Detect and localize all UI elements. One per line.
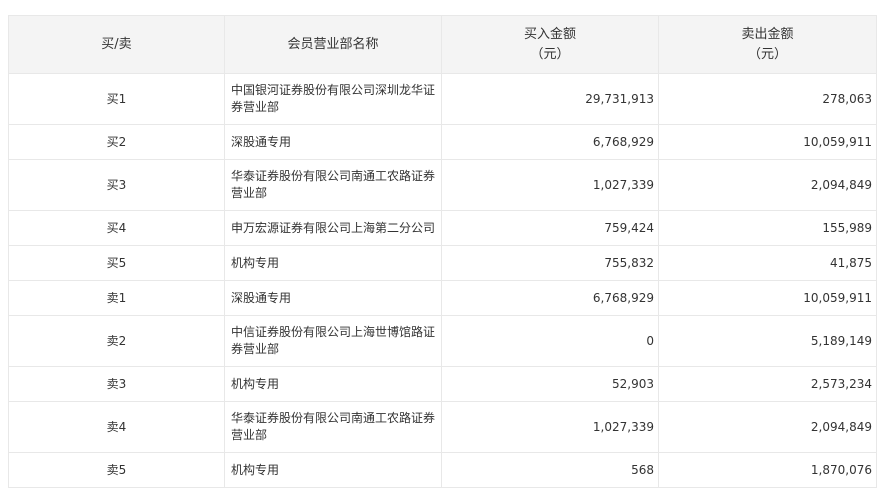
table-row: 买2 深股通专用 6,768,929 10,059,911 — [8, 124, 877, 160]
row-sell-amount: 5,189,149 — [658, 315, 877, 367]
row-buy-amount: 29,731,913 — [441, 73, 659, 125]
trading-seats-table: 买/卖 会员营业部名称 买入金额 （元） 卖出金额 （元） 买1 中国银河证券股份有… — [8, 15, 877, 488]
row-member-name: 深股通专用 — [224, 124, 442, 160]
row-member-name: 中信证券股份有限公司上海世博馆路证券营业部 — [224, 315, 442, 367]
row-side: 卖3 — [8, 366, 225, 402]
row-member-name: 深股通专用 — [224, 280, 442, 316]
header-side: 买/卖 — [8, 15, 225, 74]
row-buy-amount: 6,768,929 — [441, 280, 659, 316]
row-buy-amount: 568 — [441, 452, 659, 488]
header-buy-amount: 买入金额 （元） — [441, 15, 659, 74]
row-buy-amount: 1,027,339 — [441, 159, 659, 211]
row-sell-amount: 2,573,234 — [658, 366, 877, 402]
row-member-name: 华泰证券股份有限公司南通工农路证券营业部 — [224, 401, 442, 453]
row-member-name: 机构专用 — [224, 452, 442, 488]
table-header-row: 买/卖 会员营业部名称 买入金额 （元） 卖出金额 （元） — [8, 15, 877, 74]
row-side: 买2 — [8, 124, 225, 160]
row-side: 卖5 — [8, 452, 225, 488]
row-side: 买5 — [8, 245, 225, 281]
table-row: 卖1 深股通专用 6,768,929 10,059,911 — [8, 280, 877, 316]
row-buy-amount: 755,832 — [441, 245, 659, 281]
trading-seats-table-container: 买/卖 会员营业部名称 买入金额 （元） 卖出金额 （元） 买1 中国银河证券股份有… — [8, 15, 877, 488]
row-buy-amount: 0 — [441, 315, 659, 367]
row-side: 卖4 — [8, 401, 225, 453]
table-row: 卖5 机构专用 568 1,870,076 — [8, 452, 877, 488]
table-row: 买5 机构专用 755,832 41,875 — [8, 245, 877, 281]
row-side: 买4 — [8, 210, 225, 246]
row-buy-amount: 6,768,929 — [441, 124, 659, 160]
row-sell-amount: 10,059,911 — [658, 280, 877, 316]
table-row: 卖2 中信证券股份有限公司上海世博馆路证券营业部 0 5,189,149 — [8, 315, 877, 367]
row-member-name: 机构专用 — [224, 245, 442, 281]
row-buy-amount: 759,424 — [441, 210, 659, 246]
table-row: 买3 华泰证券股份有限公司南通工农路证券营业部 1,027,339 2,094,… — [8, 159, 877, 211]
table-row: 买1 中国银河证券股份有限公司深圳龙华证券营业部 29,731,913 278,… — [8, 73, 877, 125]
row-sell-amount: 41,875 — [658, 245, 877, 281]
row-sell-amount: 155,989 — [658, 210, 877, 246]
row-buy-amount: 52,903 — [441, 366, 659, 402]
row-side: 卖2 — [8, 315, 225, 367]
table-row: 卖4 华泰证券股份有限公司南通工农路证券营业部 1,027,339 2,094,… — [8, 401, 877, 453]
row-side: 卖1 — [8, 280, 225, 316]
row-side: 买1 — [8, 73, 225, 125]
header-member-name: 会员营业部名称 — [224, 15, 442, 74]
row-sell-amount: 2,094,849 — [658, 159, 877, 211]
row-sell-amount: 1,870,076 — [658, 452, 877, 488]
row-member-name: 申万宏源证券有限公司上海第二分公司 — [224, 210, 442, 246]
row-member-name: 华泰证券股份有限公司南通工农路证券营业部 — [224, 159, 442, 211]
header-sell-amount: 卖出金额 （元） — [658, 15, 877, 74]
row-sell-amount: 278,063 — [658, 73, 877, 125]
row-side: 买3 — [8, 159, 225, 211]
row-buy-amount: 1,027,339 — [441, 401, 659, 453]
table-row: 买4 申万宏源证券有限公司上海第二分公司 759,424 155,989 — [8, 210, 877, 246]
row-member-name: 中国银河证券股份有限公司深圳龙华证券营业部 — [224, 73, 442, 125]
row-member-name: 机构专用 — [224, 366, 442, 402]
row-sell-amount: 2,094,849 — [658, 401, 877, 453]
table-row: 卖3 机构专用 52,903 2,573,234 — [8, 366, 877, 402]
row-sell-amount: 10,059,911 — [658, 124, 877, 160]
